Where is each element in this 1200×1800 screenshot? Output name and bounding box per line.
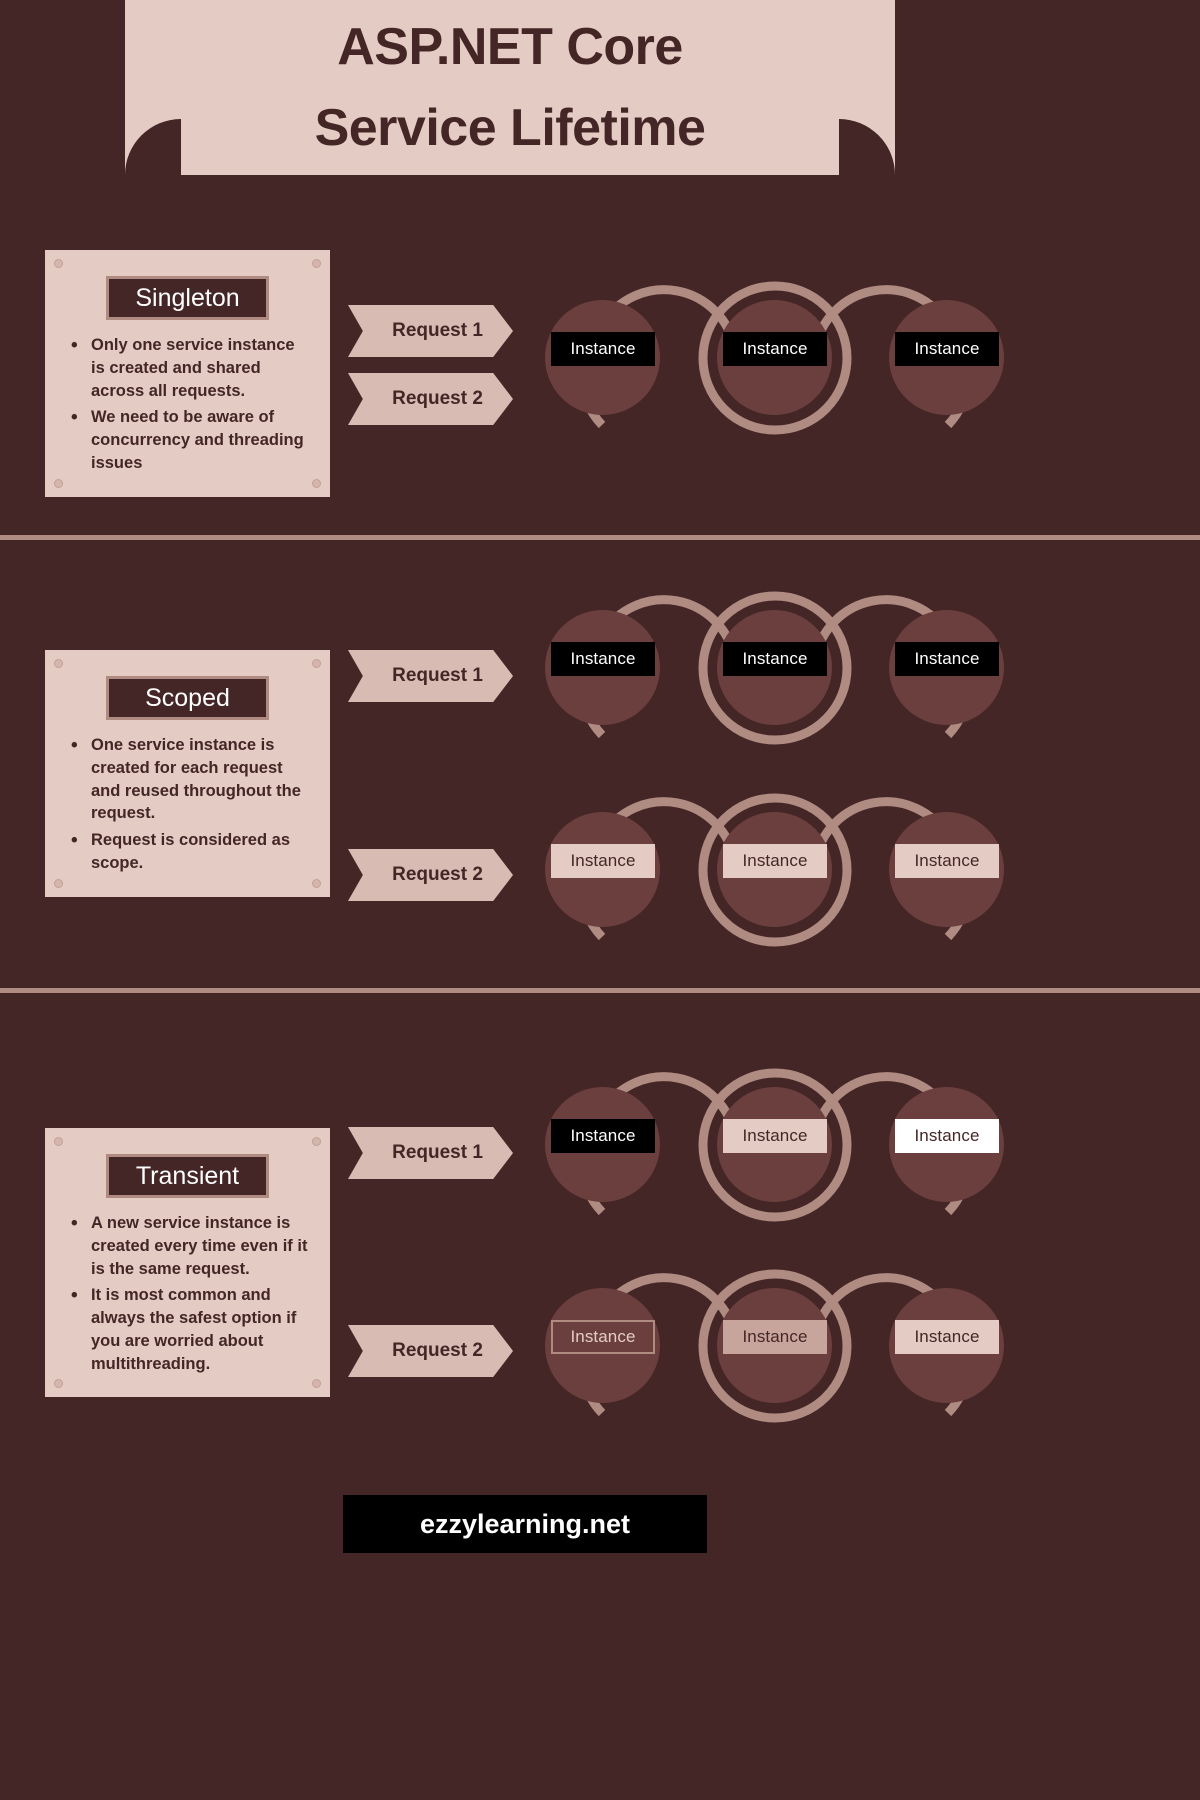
request-ribbon-scoped-1[interactable]: Request 1 — [348, 650, 513, 702]
screw-icon — [312, 659, 321, 668]
card-bullet-list: Only one service instance is created and… — [61, 333, 314, 475]
banner-title-line-2: Service Lifetime — [314, 98, 706, 157]
list-item: A new service instance is created every … — [69, 1211, 312, 1280]
banner-title-line-1: ASP.NET Core — [337, 17, 683, 76]
instance-box: Instance — [895, 332, 999, 366]
list-item: It is most common and always the safest … — [69, 1283, 312, 1375]
instance-box: Instance — [551, 642, 655, 676]
instance-box: Instance — [723, 844, 827, 878]
screw-icon — [312, 478, 321, 488]
screw-icon — [54, 259, 63, 268]
card-label-scoped: Scoped — [106, 676, 269, 720]
screw-icon — [54, 1137, 63, 1146]
request-label: Request 2 — [392, 864, 483, 885]
request-label: Request 1 — [392, 1142, 483, 1163]
request-label: Request 2 — [392, 1340, 483, 1361]
request-ribbon-scoped-2[interactable]: Request 2 — [348, 849, 513, 901]
list-item: Only one service instance is created and… — [69, 333, 312, 402]
instance-chain-scoped-1: Instance Instance Instance — [535, 580, 1015, 755]
card-bullet-list: One service instance is created for each… — [61, 733, 314, 875]
instance-chain-scoped-2: Instance Instance Instance — [535, 782, 1015, 957]
screw-icon — [54, 878, 63, 888]
section-divider-1 — [0, 535, 1200, 540]
screw-icon — [312, 1379, 321, 1389]
card-label-singleton: Singleton — [106, 276, 269, 320]
card-label-text: Scoped — [145, 683, 230, 712]
screw-icon — [54, 659, 63, 668]
list-item: We need to be aware of concurrency and t… — [69, 405, 312, 474]
footer-brand[interactable]: ezzylearning.net — [343, 1495, 707, 1553]
instance-chain-transient-2: Instance Instance Instance — [535, 1258, 1015, 1433]
screw-icon — [312, 259, 321, 268]
card-scoped: Scoped One service instance is created f… — [45, 650, 330, 897]
screw-icon — [54, 478, 63, 488]
list-item: One service instance is created for each… — [69, 733, 312, 825]
list-item: Request is considered as scope. — [69, 828, 312, 875]
instance-box: Instance — [723, 1320, 827, 1354]
card-transient: Transient A new service instance is crea… — [45, 1128, 330, 1398]
request-ribbon-transient-1[interactable]: Request 1 — [348, 1127, 513, 1179]
screw-icon — [312, 878, 321, 888]
request-label: Request 1 — [392, 320, 483, 341]
instance-box: Instance — [551, 1119, 655, 1153]
instance-box: Instance — [551, 844, 655, 878]
footer-brand-text: ezzylearning.net — [419, 1508, 631, 1539]
request-ribbon-singleton-2[interactable]: Request 2 — [348, 373, 513, 425]
instance-box: Instance — [723, 1119, 827, 1153]
request-label: Request 1 — [392, 665, 483, 686]
instance-box: Instance — [895, 844, 999, 878]
request-ribbon-singleton-1[interactable]: Request 1 — [348, 305, 513, 357]
screw-icon — [54, 1379, 63, 1389]
instance-box: Instance — [895, 1320, 999, 1354]
instance-chain-transient-1: Instance Instance Instance — [535, 1057, 1015, 1232]
request-ribbon-transient-2[interactable]: Request 2 — [348, 1325, 513, 1377]
instance-box: Instance — [895, 1119, 999, 1153]
card-label-text: Singleton — [135, 283, 240, 312]
section-divider-2 — [0, 988, 1200, 993]
instance-box: Instance — [551, 332, 655, 366]
request-label: Request 2 — [392, 388, 483, 409]
instance-box: Instance — [723, 642, 827, 676]
instance-box: Instance — [551, 1320, 655, 1354]
instance-chain-singleton: Instance Instance Instance — [535, 270, 1015, 445]
instance-box: Instance — [723, 332, 827, 366]
card-label-text: Transient — [135, 1161, 240, 1190]
screw-icon — [312, 1137, 321, 1146]
card-label-transient: Transient — [106, 1154, 269, 1198]
instance-box: Instance — [895, 642, 999, 676]
card-bullet-list: A new service instance is created every … — [61, 1211, 314, 1375]
card-singleton: Singleton Only one service instance is c… — [45, 250, 330, 497]
title-banner: ASP.NET Core Service Lifetime — [125, 0, 895, 175]
infographic-page: ASP.NET Core Service Lifetime Singleton … — [0, 0, 1200, 1800]
